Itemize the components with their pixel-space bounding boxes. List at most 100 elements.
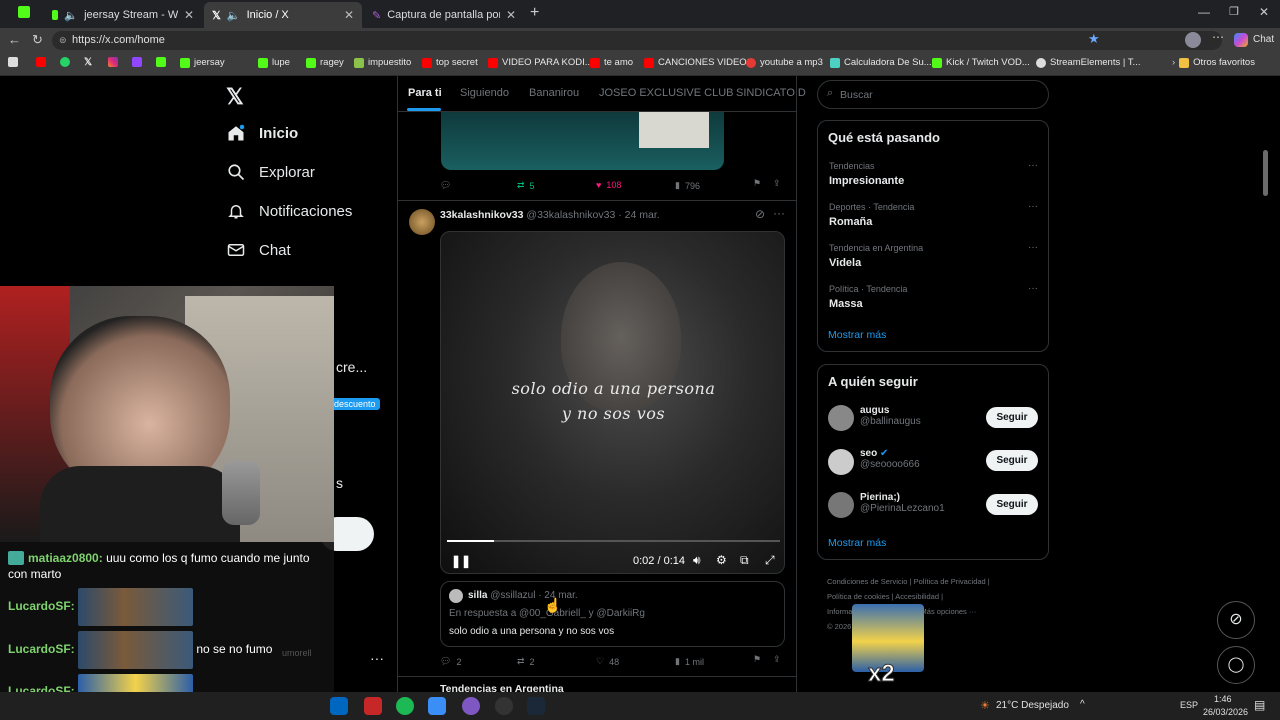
nav-partial-label[interactable]: cre... (336, 359, 367, 375)
tab-lightshot[interactable]: ✎ Captura de pantalla por Lightshot ✕ (364, 2, 524, 28)
next-post-author[interactable]: Tendencias en Argentina (440, 683, 564, 692)
trend-more-icon[interactable]: ··· (1028, 283, 1038, 294)
bookmark-youtube-mp3[interactable]: youtube a mp3 (746, 57, 823, 68)
previous-post-media[interactable] (441, 112, 724, 170)
follow-user[interactable]: Pierina;) @PierinaLezcano1 (860, 492, 945, 514)
post-author[interactable]: 33kalashnikov33 (440, 209, 523, 221)
views-button[interactable]: ▮ 1 mil (675, 656, 704, 667)
profile-avatar[interactable] (1185, 32, 1201, 48)
account-more-icon[interactable]: ··· (370, 650, 384, 666)
pause-icon[interactable]: ❚❚ (451, 554, 471, 568)
quoted-post[interactable]: silla @ssillazul · 24 mar. En respuesta … (440, 581, 785, 647)
footer-more-options[interactable]: Más opciones ··· (921, 607, 977, 616)
footer-link[interactable]: Informa (827, 607, 852, 616)
close-tab-icon[interactable]: ✕ (506, 8, 516, 22)
page-scrollbar[interactable] (1263, 150, 1268, 196)
bookmark-otros-favoritos[interactable]: › Otros favoritos (1172, 57, 1255, 68)
nav-home[interactable]: Inicio (227, 124, 298, 142)
search-input[interactable]: ⌕ Buscar (817, 80, 1049, 109)
clock-time[interactable]: 1:46 (1214, 694, 1232, 704)
spotify-taskbar-icon[interactable] (396, 697, 414, 715)
footer-link[interactable]: Accesibilidad (895, 592, 939, 601)
bookmark-folder-icon[interactable] (8, 57, 18, 67)
video-progress-track[interactable] (447, 540, 780, 542)
post-date[interactable]: · 24 mar. (618, 209, 659, 221)
post-handle[interactable]: @33kalashnikov33 (526, 209, 615, 221)
video-app-taskbar-icon[interactable] (364, 697, 382, 715)
youtube-bookmark-icon[interactable] (36, 57, 46, 67)
bookmark-calculadora[interactable]: Calculadora De Su... (830, 57, 932, 68)
refresh-icon[interactable]: ↻ (32, 32, 43, 48)
x-bookmark-icon[interactable]: 𝕏 (84, 57, 92, 68)
grok-icon[interactable]: ⊘ (755, 207, 765, 221)
bookmark-canciones[interactable]: CANCIONES VIDEOS (644, 57, 753, 68)
reply-button[interactable]: 💬︎ 2 (440, 656, 461, 667)
avatar[interactable] (409, 209, 435, 235)
bookmark-te-amo[interactable]: te amo (590, 57, 633, 68)
copilot-chat-label[interactable]: Chat (1253, 34, 1274, 45)
nav-notifications[interactable]: Notificaciones (227, 202, 352, 220)
trend-item[interactable]: Política · Tendencia Massa (829, 284, 907, 310)
volume-icon[interactable]: 🔊︎ (693, 553, 701, 568)
trend-item[interactable]: Tendencias Impresionante (829, 161, 904, 187)
instagram-bookmark-icon[interactable] (108, 57, 118, 67)
url-field[interactable]: ⊜ https://x.com/home (52, 31, 1222, 50)
maximize-button[interactable]: ❐ (1229, 5, 1239, 18)
trend-item[interactable]: Tendencia en Argentina Videla (829, 243, 923, 269)
kick-bookmark-icon[interactable] (156, 57, 166, 67)
bookmark-ragey[interactable]: ragey (306, 57, 344, 68)
messages-float-button[interactable]: ◯ (1217, 646, 1255, 684)
bookmark-icon[interactable]: ⚑ (753, 654, 761, 665)
follow-user[interactable]: augus @ballinaugus (860, 405, 921, 427)
pip-icon[interactable]: ⧉ (740, 553, 749, 568)
copilot-icon[interactable] (1234, 33, 1248, 47)
notifications-icon[interactable]: ▤ (1254, 698, 1265, 712)
edge-taskbar-icon[interactable] (330, 697, 348, 715)
trend-item[interactable]: Deportes · Tendencia Romaña (829, 202, 914, 228)
bookmark-jeersay[interactable]: jeersay (180, 57, 225, 68)
x-logo-icon[interactable]: 𝕏 (226, 84, 244, 110)
discord-taskbar-icon[interactable] (462, 697, 480, 715)
tab-inicio-x[interactable]: 𝕏 🔈 Inicio / X ✕ (204, 2, 362, 28)
close-tab-icon[interactable]: ✕ (184, 8, 194, 22)
clock-date[interactable]: 26/03/2026 (1203, 707, 1248, 717)
bookmark-lupe[interactable]: lupe (258, 57, 290, 68)
footer-link[interactable]: Política de cookies (827, 592, 890, 601)
nav-chat[interactable]: Chat (227, 241, 291, 259)
more-menu-icon[interactable]: ⋯ (1212, 30, 1224, 44)
fullscreen-icon[interactable]: ⤢ (765, 553, 775, 568)
whatsapp-bookmark-icon[interactable] (60, 57, 70, 67)
bookmark-kick-twitch-vod[interactable]: Kick / Twitch VOD... (932, 57, 1030, 68)
tab-joseo-exclusive[interactable]: JOSEO EXCLUSIVE CLUB (599, 87, 734, 99)
nav-explore[interactable]: Explorar (227, 163, 315, 181)
favorite-star-icon[interactable]: ★ (1088, 31, 1100, 47)
reply-button[interactable]: 💬︎ (440, 180, 451, 191)
follow-button[interactable]: Seguir (986, 450, 1038, 471)
avatar[interactable] (828, 492, 854, 518)
follow-show-more-link[interactable]: Mostrar más (828, 537, 886, 549)
views-button[interactable]: ▮ 796 (675, 180, 700, 191)
share-icon[interactable]: ⇪ (773, 178, 781, 189)
settings-gear-icon[interactable]: ⚙ (716, 553, 727, 567)
bookmark-streamelements[interactable]: StreamElements | T... (1036, 57, 1140, 68)
avatar[interactable] (828, 449, 854, 475)
bookmark-top-secret[interactable]: top secret (422, 57, 478, 68)
weather-text[interactable]: 21°C Despejado (996, 700, 1069, 711)
retweet-button[interactable]: ⇄ 5 (517, 180, 535, 191)
bookmark-impuestito[interactable]: impuestito (354, 57, 411, 68)
trend-more-icon[interactable]: ··· (1028, 242, 1038, 253)
tab-jeersay-stream[interactable]: 🔈 jeersay Stream - Watch Live o ✕ (44, 2, 202, 28)
follow-button[interactable]: Seguir (986, 407, 1038, 428)
follow-button[interactable]: Seguir (986, 494, 1038, 515)
share-icon[interactable]: ⇪ (773, 654, 781, 665)
bookmark-icon[interactable]: ⚑ (753, 178, 761, 189)
language-indicator[interactable]: ESP (1180, 700, 1198, 710)
site-info-icon[interactable]: ⊜ (59, 31, 67, 50)
twitch-bookmark-icon[interactable] (132, 57, 142, 67)
footer-link[interactable]: Política de Privacidad (914, 577, 986, 586)
browser-taskbar-icon[interactable] (428, 697, 446, 715)
trend-more-icon[interactable]: ··· (1028, 160, 1038, 171)
video-player[interactable]: solo odio a una persona y no sos vos ❚❚ … (440, 231, 785, 574)
close-tab-icon[interactable]: ✕ (344, 8, 354, 22)
tab-para-ti[interactable]: Para ti (408, 87, 442, 99)
